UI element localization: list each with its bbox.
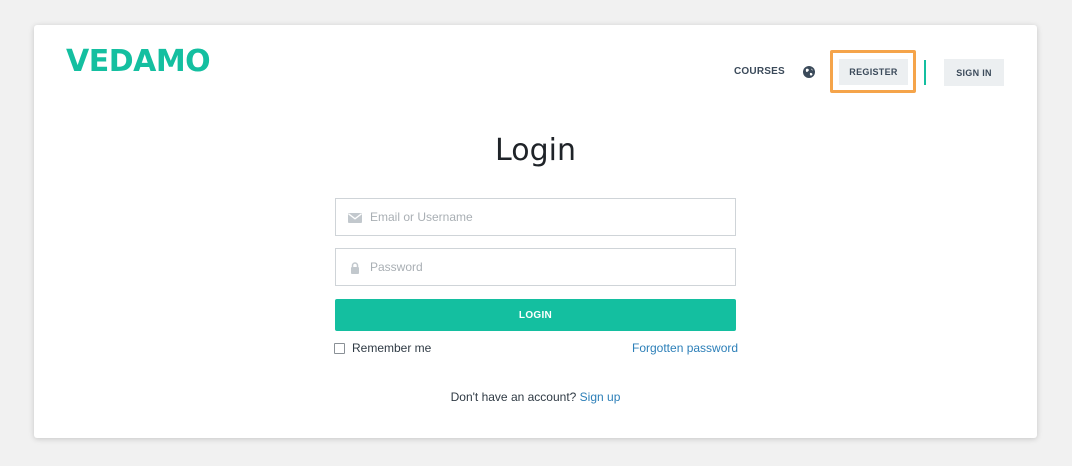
remember-me[interactable]: Remember me [334, 341, 431, 355]
page-card: VEDAMO COURSES REGISTER SIGN IN Login Em… [34, 25, 1037, 438]
nav-divider [924, 60, 926, 85]
vedamo-logo[interactable]: VEDAMO [66, 47, 211, 77]
password-field-wrapper [335, 248, 736, 286]
login-button[interactable]: LOGIN [335, 299, 736, 331]
email-field-wrapper [335, 198, 736, 236]
sign-in-button[interactable]: SIGN IN [944, 59, 1004, 86]
email-input[interactable] [370, 199, 720, 235]
remember-me-label: Remember me [352, 341, 432, 355]
no-account-text: Don't have an account? [450, 390, 577, 404]
signup-prompt: Don't have an account? Sign up [34, 390, 1037, 404]
globe-icon[interactable] [802, 65, 816, 79]
password-input[interactable] [370, 249, 720, 285]
page-title: Login [495, 133, 576, 168]
register-button[interactable]: REGISTER [839, 59, 908, 85]
sign-up-link[interactable]: Sign up [580, 390, 621, 404]
forgotten-password-link[interactable]: Forgotten password [632, 341, 738, 355]
remember-me-checkbox[interactable] [334, 342, 345, 354]
envelope-icon [348, 211, 362, 223]
nav-courses-link[interactable]: COURSES [734, 66, 785, 77]
lock-icon [348, 261, 362, 274]
